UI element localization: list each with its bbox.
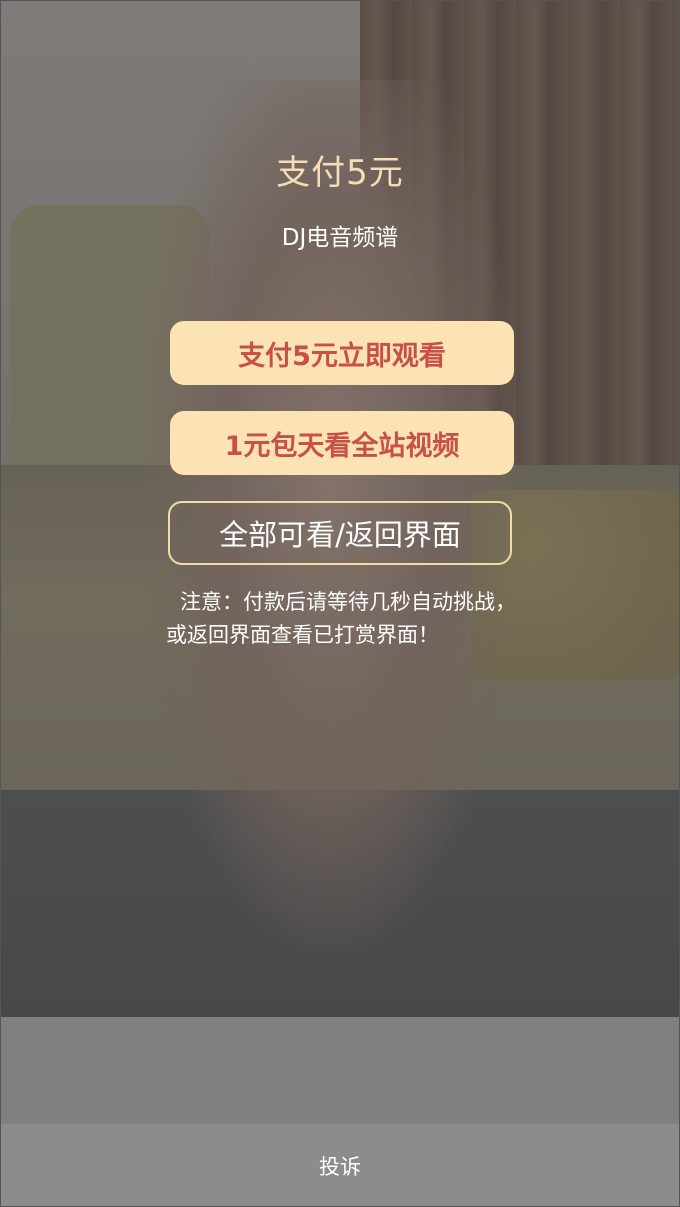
- day-pass-button[interactable]: 1元包天看全站视频: [170, 411, 514, 475]
- day-pass-button-label: 1元包天看全站视频: [224, 430, 460, 462]
- pay-watch-button[interactable]: 支付5元立即观看: [170, 321, 514, 385]
- bottom-bar: 投诉: [0, 1124, 680, 1207]
- payment-page: 支付5元 DJ电音频谱 支付5元立即观看 1元包天看全站视频 全部可看/返回界面…: [0, 0, 680, 1207]
- back-button-label: 全部可看/返回界面: [219, 518, 461, 552]
- complain-link[interactable]: 投诉: [319, 1151, 361, 1181]
- payment-notice: 注意：付款后请等待几秒自动挑战，或返回界面查看已打赏界面！: [166, 590, 516, 647]
- pay-watch-button-label: 支付5元立即观看: [238, 340, 446, 372]
- back-button[interactable]: 全部可看/返回界面: [168, 501, 512, 565]
- payment-panel: 支付5元 DJ电音频谱 支付5元立即观看 1元包天看全站视频 全部可看/返回界面…: [0, 0, 680, 1017]
- price-title: 支付5元: [276, 153, 404, 193]
- video-title: DJ电音频谱: [281, 225, 399, 251]
